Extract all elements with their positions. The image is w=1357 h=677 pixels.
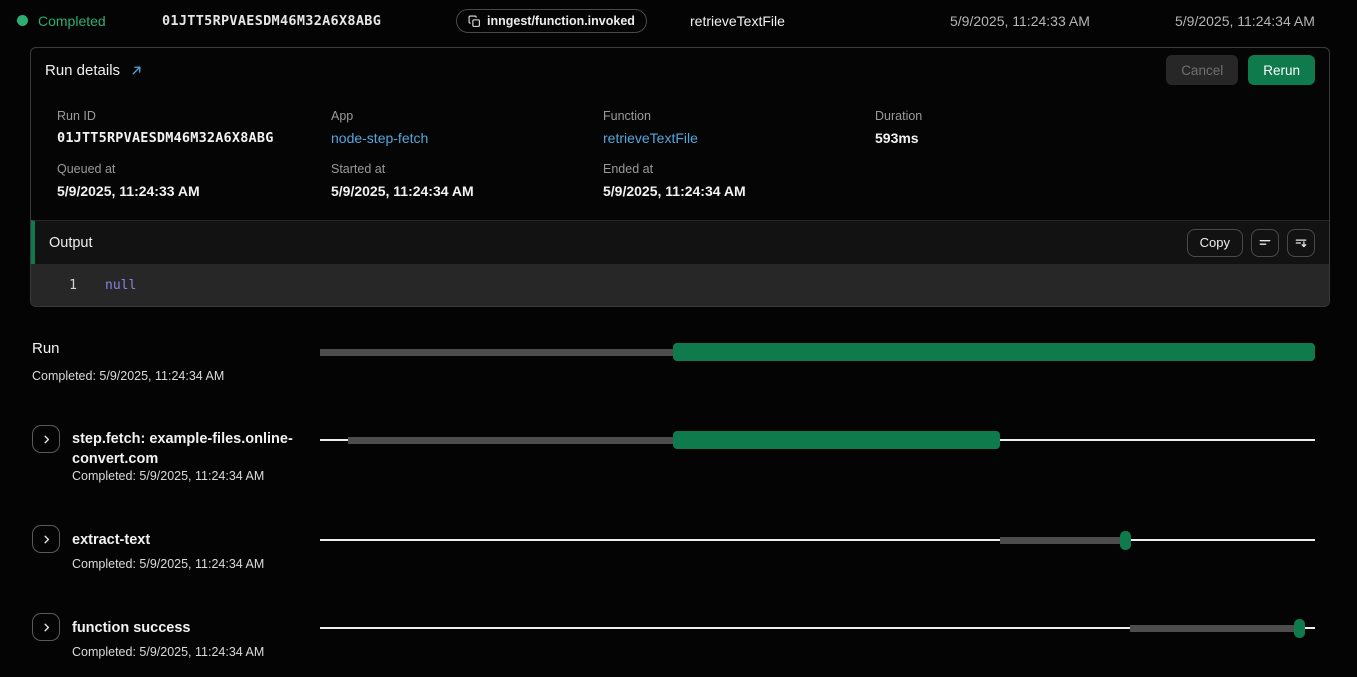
timeline-row-run-title: Run — [32, 340, 60, 357]
panel-title: Run details — [45, 62, 120, 79]
cancel-button[interactable]: Cancel — [1166, 55, 1238, 85]
expand-output-icon[interactable] — [1287, 229, 1315, 257]
function-name: retrieveTextFile — [690, 13, 785, 29]
run-id: 01JTT5RPVAESDM46M32A6X8ABG — [162, 13, 381, 29]
output-value: null — [105, 278, 136, 293]
timeline-step-marker[interactable] — [1294, 619, 1305, 638]
field-function: Function retrieveTextFile — [603, 109, 875, 146]
output-title: Output — [49, 235, 93, 251]
output-code-block: 1 null — [31, 264, 1329, 306]
copy-event-icon — [468, 15, 481, 28]
field-duration: Duration 593ms — [875, 109, 1303, 146]
run-details-header: Run details Cancel Rerun — [31, 48, 1329, 92]
run-details-grid: Run ID 01JTT5RPVAESDM46M32A6X8ABG App no… — [31, 92, 1329, 220]
field-value: 593ms — [875, 130, 1303, 146]
timeline-queue-bar — [1000, 537, 1120, 544]
field-label: Duration — [875, 109, 1303, 123]
field-ended-at: Ended at 5/9/2025, 11:24:34 AM — [603, 162, 875, 199]
timeline-track — [320, 431, 1315, 449]
queued-timestamp: 5/9/2025, 11:24:33 AM — [950, 13, 1090, 29]
status-label: Completed — [38, 13, 106, 29]
field-value: 5/9/2025, 11:24:34 AM — [331, 183, 603, 199]
timeline-row-extract-text-completed: Completed: 5/9/2025, 11:24:34 AM — [72, 557, 264, 571]
field-started-at: Started at 5/9/2025, 11:24:34 AM — [331, 162, 603, 199]
field-label: Queued at — [57, 162, 331, 176]
app-link[interactable]: node-step-fetch — [331, 130, 603, 146]
timeline-row-function-success-title: function success — [72, 618, 190, 638]
wrap-text-icon[interactable] — [1251, 229, 1279, 257]
field-value: 5/9/2025, 11:24:33 AM — [57, 183, 331, 199]
run-status-bar: Completed 01JTT5RPVAESDM46M32A6X8ABG inn… — [0, 0, 1357, 42]
field-value: 5/9/2025, 11:24:34 AM — [603, 183, 875, 199]
field-run-id: Run ID 01JTT5RPVAESDM46M32A6X8ABG — [57, 109, 331, 146]
timeline-queue-bar — [348, 437, 673, 444]
field-label: Started at — [331, 162, 603, 176]
run-details-panel: Run details Cancel Rerun Run ID 01JTT5RP… — [30, 47, 1330, 307]
timeline-row-extract-text-title: extract-text — [72, 530, 150, 550]
expand-step-fetch-button[interactable] — [32, 425, 60, 453]
line-number: 1 — [31, 278, 77, 293]
field-label: Ended at — [603, 162, 875, 176]
expand-function-success-button[interactable] — [32, 613, 60, 641]
timeline-step-bar[interactable] — [673, 431, 1000, 449]
timeline-track — [320, 531, 1315, 549]
timeline-row-run-completed: Completed: 5/9/2025, 11:24:34 AM — [32, 369, 224, 383]
field-value: 01JTT5RPVAESDM46M32A6X8ABG — [57, 130, 331, 146]
field-label: Function — [603, 109, 875, 123]
field-app: App node-step-fetch — [331, 109, 603, 146]
timeline-baseline — [320, 539, 1315, 541]
copy-button[interactable]: Copy — [1187, 229, 1243, 257]
timeline-queue-bar — [1130, 625, 1295, 632]
timeline-track — [320, 619, 1315, 637]
field-queued-at: Queued at 5/9/2025, 11:24:33 AM — [57, 162, 331, 199]
timeline-row-function-success-completed: Completed: 5/9/2025, 11:24:34 AM — [72, 645, 264, 659]
output-section-header: Output Copy — [31, 220, 1329, 264]
timeline-step-marker[interactable] — [1120, 531, 1131, 550]
status-dot-icon — [17, 15, 28, 26]
rerun-button[interactable]: Rerun — [1248, 55, 1315, 85]
event-badge-label: inngest/function.invoked — [487, 14, 635, 28]
timeline-row-step-fetch-title: step.fetch: example-files.online-convert… — [72, 429, 322, 469]
field-label: Run ID — [57, 109, 331, 123]
timeline-row-step-fetch-completed: Completed: 5/9/2025, 11:24:34 AM — [72, 469, 264, 483]
external-link-icon[interactable] — [130, 64, 143, 77]
event-badge[interactable]: inngest/function.invoked — [456, 9, 647, 33]
timeline-track — [320, 343, 1315, 361]
started-timestamp: 5/9/2025, 11:24:34 AM — [1175, 13, 1315, 29]
timeline-queue-bar — [320, 349, 673, 356]
expand-extract-text-button[interactable] — [32, 525, 60, 553]
field-label: App — [331, 109, 603, 123]
timeline-step-bar[interactable] — [673, 343, 1315, 361]
function-link[interactable]: retrieveTextFile — [603, 130, 875, 146]
